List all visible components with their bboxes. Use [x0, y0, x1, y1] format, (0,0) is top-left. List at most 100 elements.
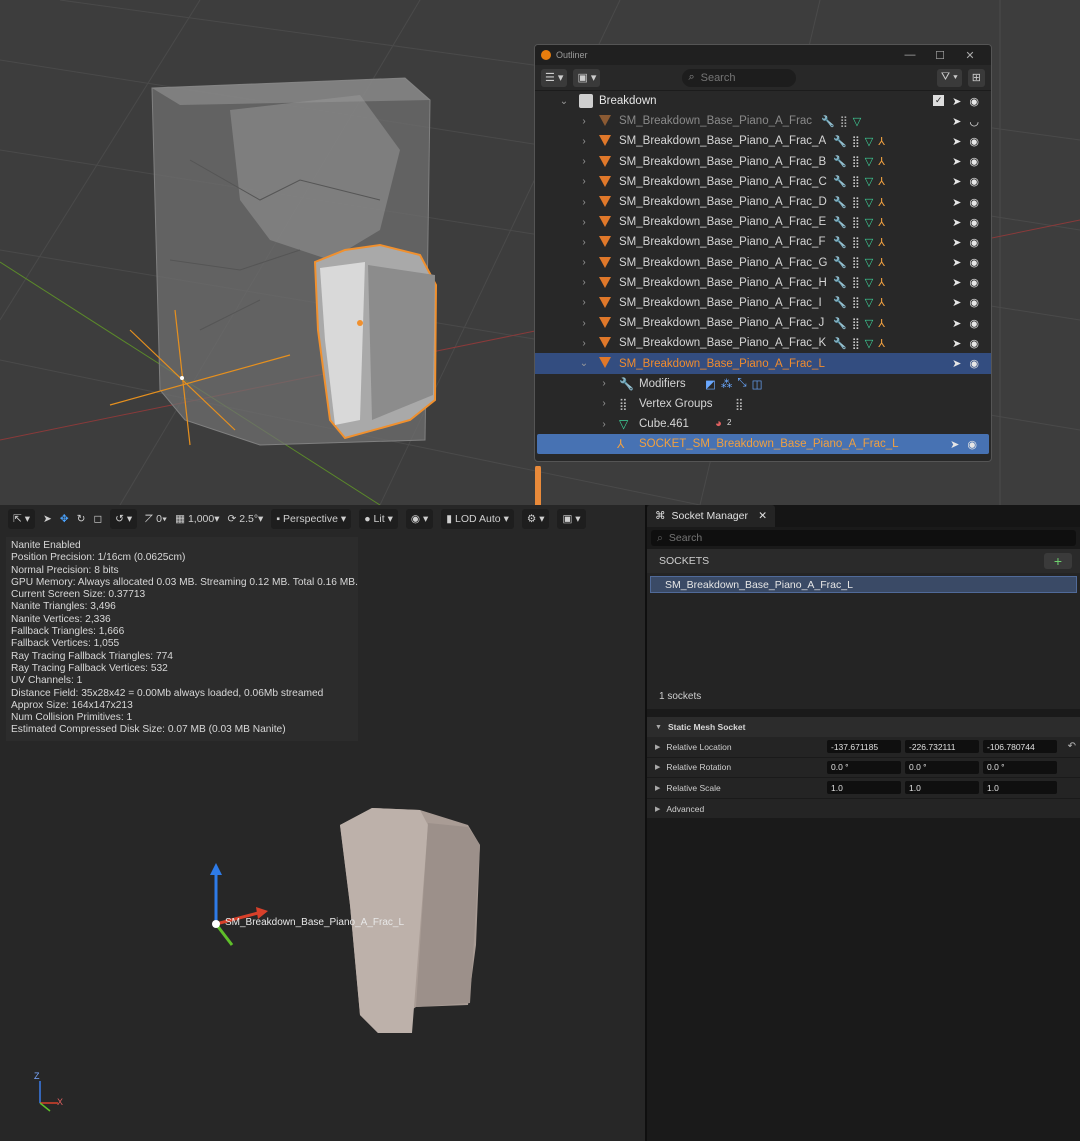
vertex-groups-icon[interactable]: ⣿	[852, 175, 860, 188]
object-row[interactable]: › SM_Breakdown_Base_Piano_A_Frac_H 🔧 ⣿ ▽ ⅄ ➤ ◉	[535, 273, 991, 293]
empty-axes-icon[interactable]: ⅄	[878, 296, 885, 309]
object-row[interactable]: › SM_Breakdown_Base_Piano_A_Frac 🔧 ⣿ ▽ ➤ ◡	[535, 111, 991, 131]
mesh-data-row[interactable]: › ▽ Cube.461 ◕ 2	[535, 414, 991, 434]
chevron-right-icon[interactable]: ›	[579, 318, 589, 329]
select-arrow-icon[interactable]: ➤	[952, 196, 961, 209]
filter-view-dropdown[interactable]: ▣ ▾	[573, 68, 601, 87]
eye-icon[interactable]: ◉	[969, 196, 979, 209]
property-value-field[interactable]: 1.0	[983, 781, 1057, 795]
eye-icon[interactable]: ◉	[969, 216, 979, 229]
object-row[interactable]: › SM_Breakdown_Base_Piano_A_Frac_I 🔧 ⣿ ▽ ⅄ ➤ ◉	[535, 293, 991, 313]
select-arrow-icon[interactable]: ➤	[950, 438, 959, 451]
property-value-field[interactable]: 1.0	[827, 781, 901, 795]
vertex-groups-icon[interactable]: ⣿	[852, 216, 860, 229]
outliner-search[interactable]: ⌕	[682, 68, 797, 87]
empty-axes-icon[interactable]: ⅄	[878, 175, 885, 188]
select-arrow-icon[interactable]: ➤	[952, 135, 961, 148]
property-value-field[interactable]: 0.0 °	[905, 760, 979, 774]
object-row[interactable]: › SM_Breakdown_Base_Piano_A_Frac_J 🔧 ⣿ ▽ ⅄ ➤ ◉	[535, 313, 991, 333]
mesh-data-icon[interactable]: ▽	[865, 216, 873, 229]
filter-icon[interactable]: ⛛ ▾	[936, 68, 962, 87]
mesh-data-icon[interactable]: ▽	[865, 337, 873, 350]
object-row[interactable]: › SM_Breakdown_Base_Piano_A_Frac_D 🔧 ⣿ ▽ ⅄ ➤ ◉	[535, 192, 991, 212]
vertex-groups-icon[interactable]: ⣿	[840, 115, 848, 128]
property-name[interactable]: ▶ Relative Location	[647, 742, 827, 752]
chevron-right-icon[interactable]: ›	[579, 217, 589, 228]
property-name[interactable]: ▶ Relative Scale	[647, 783, 827, 793]
chevron-down-icon[interactable]: ⌄	[559, 96, 569, 107]
vertex-groups-icon[interactable]: ⣿	[852, 155, 860, 168]
select-arrow-icon[interactable]: ➤	[952, 216, 961, 229]
eye-icon[interactable]: ◉	[969, 135, 979, 148]
mesh-data-icon[interactable]: ▽	[865, 135, 873, 148]
display-mode-dropdown[interactable]: ☰ ▾	[541, 68, 568, 87]
property-value-field[interactable]: -226.732111	[905, 740, 979, 754]
blender-viewport[interactable]: Outliner — ☐ ✕ ☰ ▾ ▣ ▾ ⌕ ⛛ ▾ ⊞ ⌄	[0, 0, 1080, 505]
eye-icon[interactable]: ◉	[969, 236, 979, 249]
chevron-right-icon[interactable]: ›	[579, 156, 589, 167]
empty-axes-icon[interactable]: ⅄	[878, 276, 885, 289]
wrench-icon[interactable]: 🔧	[833, 337, 847, 350]
outliner-search-input[interactable]	[700, 71, 781, 84]
reset-to-default-icon[interactable]: ↶	[1068, 741, 1076, 752]
property-value-field[interactable]: 0.0 °	[983, 760, 1057, 774]
select-arrow-icon[interactable]: ➤	[952, 256, 961, 269]
select-arrow-icon[interactable]: ➤	[952, 115, 961, 128]
vertex-groups-icon[interactable]: ⣿	[852, 196, 860, 209]
empty-axes-icon[interactable]: ⅄	[878, 317, 885, 330]
eye-icon[interactable]: ◉	[969, 175, 979, 188]
empty-axes-icon[interactable]: ⅄	[878, 196, 885, 209]
chevron-right-icon[interactable]: ›	[579, 338, 589, 349]
chevron-right-icon[interactable]: ›	[599, 398, 609, 409]
select-arrow-icon[interactable]: ➤	[952, 357, 961, 370]
vertex-groups-icon[interactable]: ⣿	[852, 337, 860, 350]
select-arrow-icon[interactable]: ➤	[952, 155, 961, 168]
socket-manager-tab[interactable]: ⌘ Socket Manager ✕	[647, 505, 775, 527]
mesh-data-icon[interactable]: ▽	[853, 115, 861, 128]
chevron-right-icon[interactable]: ›	[579, 297, 589, 308]
object-row[interactable]: › SM_Breakdown_Base_Piano_A_Frac_K 🔧 ⣿ ▽ ⅄ ➤ ◉	[535, 333, 991, 353]
add-socket-button[interactable]: +	[1044, 553, 1072, 569]
property-name[interactable]: ▶ Relative Rotation	[647, 762, 827, 772]
property-value-field[interactable]: -106.780744	[983, 740, 1057, 754]
socket-search-input[interactable]	[668, 532, 1049, 544]
advanced-row[interactable]: ▶ Advanced	[647, 798, 1080, 820]
maximize-icon[interactable]: ☐	[925, 49, 955, 62]
close-icon[interactable]: ✕	[955, 49, 985, 62]
particle-modifier-icon[interactable]: ⁂	[721, 377, 733, 391]
vertex-groups-icon[interactable]: ⣿	[852, 236, 860, 249]
chevron-right-icon[interactable]: ›	[599, 419, 609, 430]
wrench-icon[interactable]: 🔧	[821, 115, 835, 128]
checkbox-icon[interactable]: ✓	[933, 94, 945, 106]
select-arrow-icon[interactable]: ➤	[952, 337, 961, 350]
new-collection-icon[interactable]: ⊞	[967, 68, 985, 87]
wrench-icon[interactable]: 🔧	[833, 317, 847, 330]
object-row[interactable]: › SM_Breakdown_Base_Piano_A_Frac_F 🔧 ⣿ ▽ ⅄ ➤ ◉	[535, 232, 991, 252]
mesh-data-icon[interactable]: ▽	[865, 256, 873, 269]
select-arrow-icon[interactable]: ➤	[952, 95, 961, 108]
eye-icon[interactable]: ◉	[969, 337, 979, 350]
wrench-icon[interactable]: 🔧	[833, 256, 847, 269]
mesh-data-icon[interactable]: ▽	[865, 175, 873, 188]
eye-icon[interactable]: ◉	[969, 276, 979, 289]
boolean-modifier-icon[interactable]: ◩	[705, 377, 716, 391]
eye-icon[interactable]: ◉	[969, 357, 979, 370]
mesh-data-icon[interactable]: ▽	[865, 276, 873, 289]
vertex-groups-icon[interactable]: ⣿	[852, 276, 860, 289]
mesh-data-icon[interactable]: ▽	[865, 196, 873, 209]
eye-icon[interactable]: ◉	[969, 317, 979, 330]
wrench-icon[interactable]: 🔧	[833, 196, 847, 209]
select-arrow-icon[interactable]: ➤	[952, 296, 961, 309]
mesh-data-icon[interactable]: ▽	[865, 155, 873, 168]
eye-icon[interactable]: ◉	[969, 256, 979, 269]
object-row[interactable]: ⌄ SM_Breakdown_Base_Piano_A_Frac_L ➤ ◉	[535, 353, 991, 374]
chevron-right-icon[interactable]: ›	[579, 116, 589, 127]
socket-search[interactable]: ⌕	[651, 530, 1076, 546]
wrench-icon[interactable]: 🔧	[833, 296, 847, 309]
select-arrow-icon[interactable]: ➤	[952, 175, 961, 188]
mesh-data-icon[interactable]: ▽	[865, 317, 873, 330]
outliner-window[interactable]: Outliner — ☐ ✕ ☰ ▾ ▣ ▾ ⌕ ⛛ ▾ ⊞ ⌄	[534, 44, 992, 462]
vertex-groups-icon[interactable]: ⣿	[852, 317, 860, 330]
vertex-groups-icon[interactable]: ⣿	[852, 256, 860, 269]
property-value-field[interactable]: -137.671185	[827, 740, 901, 754]
